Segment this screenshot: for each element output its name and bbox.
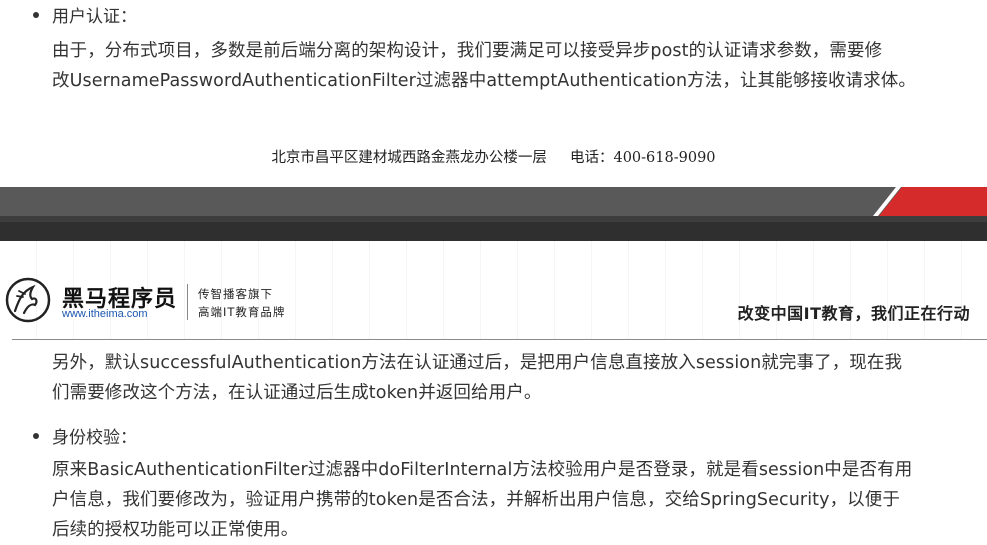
page-separator-band: [0, 187, 987, 241]
band-bottom: [0, 222, 987, 241]
bullet-dot-icon: [33, 432, 39, 439]
auth-line-2: 改UsernamePasswordAuthenticationFilter过滤器…: [52, 71, 916, 91]
verify-line-2: 户信息，我们要修改为，验证用户携带的token是否合法，并解析出用户信息，交给S…: [52, 490, 900, 510]
header-divider: [12, 339, 987, 340]
bullet-label: 用户认证：: [52, 7, 137, 27]
bullet-identity-verify: 身份校验：: [33, 423, 137, 448]
red-stripe-icon: [873, 187, 987, 216]
bullet-dot-icon: [33, 11, 39, 18]
success-paragraph: 另外，默认successfulAuthentication方法在认证通过后，是把…: [52, 348, 967, 408]
success-line-1: 另外，默认successfulAuthentication方法在认证通过后，是把…: [52, 353, 903, 373]
success-line-2: 们需要修改这个方法，在认证通过后生成token并返回给用户。: [52, 383, 542, 403]
band-top: [0, 187, 987, 216]
logo-subtitle-1: 传智播客旗下: [198, 287, 273, 301]
verify-paragraph: 原来BasicAuthenticationFilter过滤器中doFilterI…: [52, 455, 967, 545]
header-slogan: 改变中国IT教育，我们正在行动: [737, 304, 970, 323]
logo-subtitle-2: 高端IT教育品牌: [198, 305, 286, 319]
verify-line-1: 原来BasicAuthenticationFilter过滤器中doFilterI…: [52, 460, 913, 480]
footer-address: 北京市昌平区建材城西路金燕龙办公楼一层 电话：400-618-9090: [271, 150, 716, 166]
bullet-user-auth: 用户认证：: [33, 2, 137, 27]
bullet-label: 身份校验：: [52, 428, 137, 448]
auth-line-1: 由于，分布式项目，多数是前后端分离的架构设计，我们要满足可以接受异步post的认…: [52, 41, 883, 61]
logo-url: www.itheima.com: [62, 308, 148, 320]
logo-divider: [187, 284, 188, 320]
horse-logo-icon: [5, 277, 51, 323]
auth-paragraph: 由于，分布式项目，多数是前后端分离的架构设计，我们要满足可以接受异步post的认…: [52, 36, 967, 96]
verify-line-3: 后续的授权功能可以正常使用。: [52, 520, 299, 540]
